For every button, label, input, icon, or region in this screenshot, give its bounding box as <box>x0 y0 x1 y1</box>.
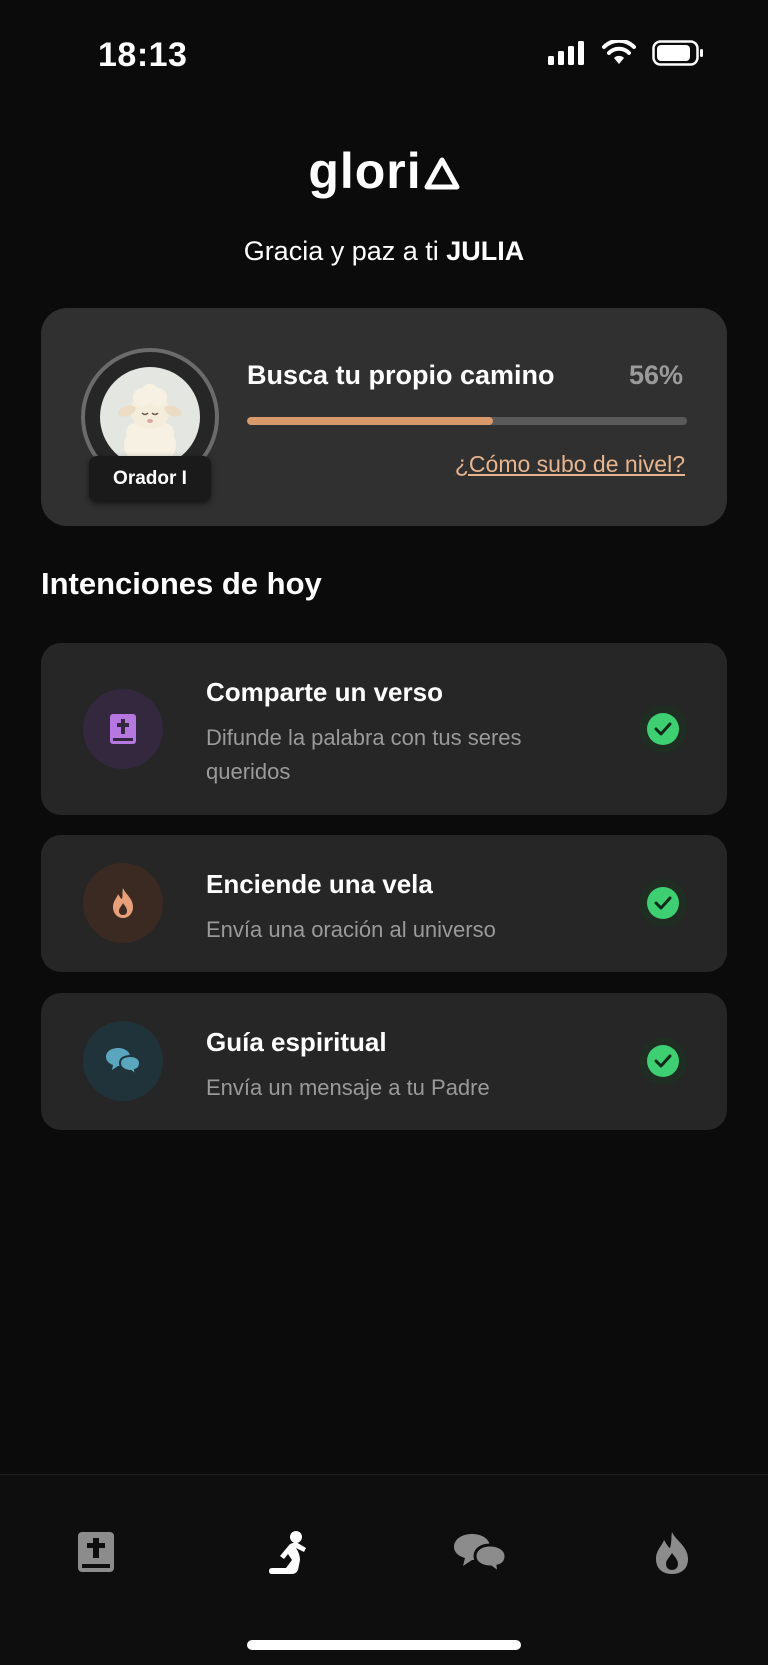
intention-title: Guía espiritual <box>206 1027 387 1057</box>
level-help-link[interactable]: ¿Cómo subo de nivel? <box>455 451 685 478</box>
completed-check-icon <box>639 705 687 753</box>
logo-text: glori <box>308 143 422 199</box>
tab-bar <box>0 1474 768 1665</box>
intention-card-spiritual-guide[interactable]: Guía espiritual Envía un mensaje a tu Pa… <box>41 993 727 1130</box>
intention-card-light-candle[interactable]: Enciende una vela Envía una oración al u… <box>41 835 727 972</box>
level-progress-bar <box>247 417 687 425</box>
level-percent: 56% <box>628 360 683 390</box>
triangle-icon <box>424 157 460 190</box>
home-indicator <box>247 1640 521 1650</box>
screen: 18:13 glori Gracia y paz a ti JULIA Orad… <box>0 0 768 1665</box>
greeting: Gracia y paz a ti JULIA <box>0 236 768 267</box>
wifi-icon <box>602 40 636 64</box>
praying-person-icon <box>269 1531 306 1574</box>
intention-card-share-verse[interactable]: Comparte un verso Difunde la palabra con… <box>41 643 727 815</box>
status-time: 18:13 <box>98 36 188 74</box>
flame-icon <box>83 863 163 943</box>
app-logo: glori <box>0 142 768 200</box>
battery-icon <box>652 40 703 66</box>
level-progress-fill <box>247 417 494 425</box>
intention-description: Difunde la palabra con tus seres querido… <box>206 725 522 784</box>
section-title: Intenciones de hoy <box>41 566 322 601</box>
tab-prayer[interactable] <box>258 1523 318 1583</box>
lamb-icon <box>118 384 182 467</box>
intention-title: Enciende una vela <box>206 869 433 899</box>
intention-description: Envía un mensaje a tu Padre <box>206 1075 490 1100</box>
bible-icon <box>78 1532 114 1572</box>
greeting-prefix: Gracia y paz a ti <box>243 236 439 266</box>
tab-bible[interactable] <box>66 1523 126 1583</box>
user-name: JULIA <box>446 236 525 266</box>
flame-icon <box>656 1532 688 1574</box>
signal-icon <box>548 41 584 65</box>
rank-badge: Orador I <box>89 456 211 502</box>
level-title: Busca tu propio camino <box>247 360 555 390</box>
lamb-avatar <box>100 367 200 467</box>
intention-title: Comparte un verso <box>206 677 443 707</box>
completed-check-icon <box>639 879 687 927</box>
chat-bubbles-icon <box>83 1021 163 1101</box>
tab-candle[interactable] <box>642 1523 702 1583</box>
chat-bubbles-icon <box>454 1534 508 1576</box>
level-card[interactable]: Orador I Busca tu propio camino 56% ¿Cóm… <box>41 308 727 526</box>
completed-check-icon <box>639 1037 687 1085</box>
status-icons <box>548 40 704 66</box>
bible-icon <box>83 689 163 769</box>
tab-chat[interactable] <box>450 1523 510 1583</box>
intention-description: Envía una oración al universo <box>206 917 496 942</box>
